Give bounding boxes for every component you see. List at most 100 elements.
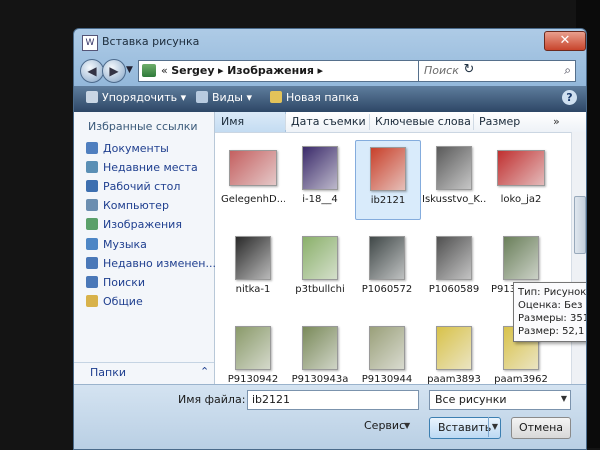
chevron-down-icon: ▼ (560, 394, 567, 403)
navigation-pane: Избранные ссылки Документы Недавние мест… (74, 112, 216, 385)
breadcrumb-folder[interactable]: Изображения (227, 64, 314, 77)
sidebar-item-documents[interactable]: Документы (86, 142, 169, 158)
sidebar-item-public[interactable]: Общие (86, 295, 143, 311)
file-name: Iskusstvo_K... (422, 194, 486, 205)
breadcrumb: « Sergey ▸ Изображения ▸ (161, 64, 323, 77)
documents-icon (86, 142, 98, 154)
file-thumbnail (436, 146, 472, 190)
sidebar-item-searches[interactable]: Поиски (86, 276, 145, 292)
sidebar-item-computer[interactable]: Компьютер (86, 199, 169, 215)
file-name: GelegenhD... (221, 194, 285, 205)
folders-label: Папки (90, 366, 126, 379)
breadcrumb-user[interactable]: Sergey (171, 64, 214, 77)
file-thumbnail (302, 146, 338, 190)
column-divider[interactable] (285, 114, 286, 130)
file-thumbnail (497, 150, 545, 186)
chevron-up-icon: ⌃ (200, 365, 210, 378)
tooltip-rating: Оценка: Без оценки (518, 300, 586, 311)
address-bar[interactable]: « Sergey ▸ Изображения ▸ ▼ (138, 60, 456, 82)
breadcrumb-separator[interactable]: ▸ (218, 64, 224, 77)
file-name: P1060572 (361, 284, 413, 295)
recent-pages-dropdown[interactable]: ▼ (126, 65, 133, 75)
computer-icon (86, 199, 98, 211)
vertical-scrollbar[interactable] (571, 132, 586, 384)
file-thumbnail (235, 326, 271, 370)
sidebar-item-label: Компьютер (103, 199, 169, 212)
filename-input[interactable]: ib2121 (247, 390, 419, 410)
music-icon (86, 238, 98, 250)
file-tile[interactable]: GelegenhD... (221, 140, 285, 218)
file-tile[interactable]: ib2121 (355, 140, 421, 220)
column-divider[interactable] (369, 114, 370, 130)
sidebar-item-music[interactable]: Музыка (86, 238, 147, 254)
refresh-icon: ↻ (463, 62, 475, 77)
tooltip-size: Размер: 52,1 КБ (518, 326, 586, 337)
column-keywords[interactable]: Ключевые слова (375, 115, 471, 128)
views-label: Виды (212, 91, 243, 104)
file-thumbnail (436, 326, 472, 370)
file-thumbnail (370, 147, 406, 191)
new-folder-button[interactable]: Новая папка (270, 91, 359, 104)
search-placeholder: Поиск (424, 64, 459, 77)
sidebar-item-desktop[interactable]: Рабочий стол (86, 180, 180, 196)
file-thumbnail (302, 236, 338, 280)
recently-changed-icon (86, 257, 98, 269)
file-tile[interactable]: nitka-1 (221, 230, 285, 308)
close-icon: ✕ (559, 33, 571, 48)
scrollbar-thumb[interactable] (574, 196, 586, 254)
sidebar-item-recently-changed[interactable]: Недавно изменен... (86, 257, 216, 273)
tooltip-dimensions: Размеры: 351 x 450 (518, 313, 586, 324)
search-input[interactable]: Поиск ⌕ (418, 60, 576, 82)
back-button[interactable]: ◀ (80, 59, 104, 83)
more-columns-button[interactable]: » (553, 115, 560, 128)
file-thumbnail (369, 236, 405, 280)
chevron-down-icon[interactable]: ▼ (404, 421, 410, 430)
file-tile[interactable]: loko_ja2 (489, 140, 553, 218)
searches-icon (86, 276, 98, 288)
column-date-taken[interactable]: Дата съемки (291, 115, 366, 128)
insert-options-dropdown[interactable]: ▼ (488, 417, 501, 437)
file-thumbnail (229, 150, 277, 186)
navigation-row: ◀ ▶ ▼ « Sergey ▸ Изображения ▸ ▼ Поиск ⌕… (74, 56, 586, 86)
search-icon[interactable]: ⌕ (564, 63, 571, 78)
help-icon[interactable]: ? (562, 90, 577, 105)
file-info-tooltip: Тип: Рисунок JPEG Оценка: Без оценки Раз… (513, 282, 586, 342)
file-name: loko_ja2 (500, 194, 542, 205)
breadcrumb-overflow[interactable]: « (161, 64, 168, 77)
cancel-button[interactable]: Отмена (511, 417, 571, 439)
folders-toggle[interactable]: Папки ⌃ (74, 362, 214, 385)
refresh-button[interactable]: ↻ (458, 60, 480, 80)
tools-button[interactable]: Сервис (364, 419, 405, 432)
column-divider[interactable] (473, 114, 474, 130)
public-icon (86, 295, 98, 307)
organize-button[interactable]: Упорядочить ▾ (86, 91, 186, 104)
file-tile[interactable]: Iskusstvo_K... (422, 140, 486, 218)
column-name[interactable]: Имя (221, 115, 244, 128)
sidebar-item-pictures[interactable]: Изображения (86, 218, 182, 234)
new-folder-icon (270, 91, 282, 103)
file-thumbnail (503, 236, 539, 280)
forward-button[interactable]: ▶ (102, 59, 126, 83)
views-button[interactable]: Виды ▾ (196, 91, 252, 104)
file-tile[interactable]: p3tbullchi (288, 230, 352, 308)
title-bar: W Вставка рисунка ✕ (74, 29, 586, 55)
file-tile[interactable]: P1060572 (355, 230, 419, 308)
window-title: Вставка рисунка (102, 35, 200, 48)
thumbnail-grid: GelegenhD... i-18__4 ib2121 Iskusstvo_K... l… (215, 132, 571, 385)
cancel-label: Отмена (518, 421, 564, 434)
close-button[interactable]: ✕ (544, 31, 586, 51)
file-name: ib2121 (370, 195, 406, 206)
breadcrumb-separator[interactable]: ▸ (318, 64, 324, 77)
column-size[interactable]: Размер (479, 115, 520, 128)
file-type-select[interactable]: Все рисунки ▼ (429, 390, 571, 410)
filename-value: ib2121 (252, 393, 291, 406)
file-tile[interactable]: i-18__4 (288, 140, 352, 218)
sidebar-item-label: Общие (103, 295, 143, 308)
pictures-icon (86, 218, 98, 230)
file-list: Имя Дата съемки Ключевые слова Размер » … (215, 112, 586, 385)
organize-label: Упорядочить (102, 91, 178, 104)
file-tile[interactable]: P1060589 (422, 230, 486, 308)
file-thumbnail (436, 236, 472, 280)
sidebar-item-recent-places[interactable]: Недавние места (86, 161, 198, 177)
insert-button[interactable]: Вставить ▼ (429, 417, 501, 439)
